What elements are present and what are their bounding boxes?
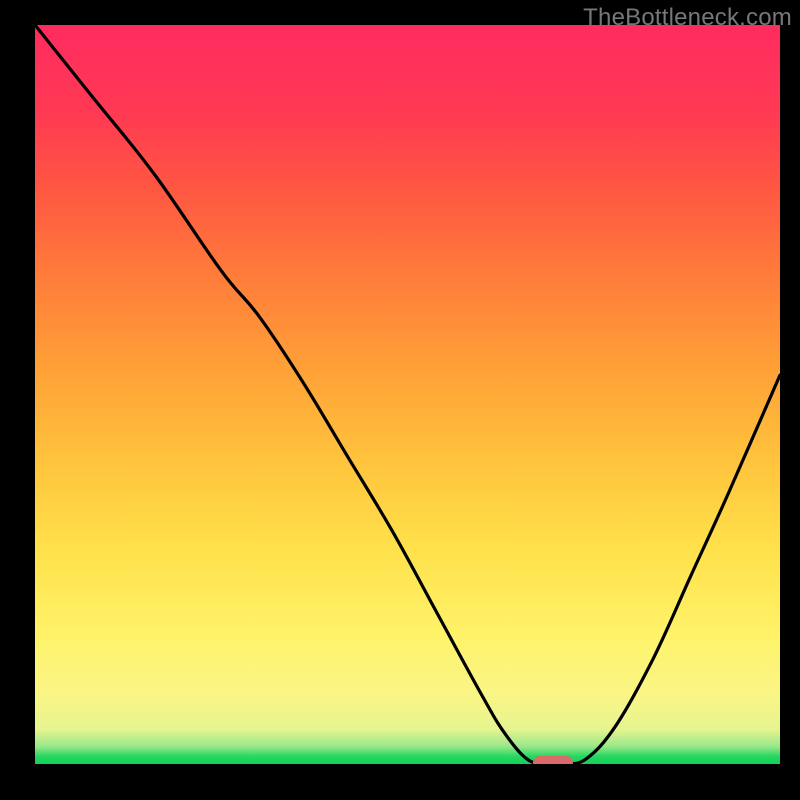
plot-area [35,25,780,770]
chart-stage: TheBottleneck.com [0,0,800,800]
baseline [35,764,780,770]
bottleneck-curve [35,25,780,770]
watermark-text: TheBottleneck.com [583,4,792,32]
